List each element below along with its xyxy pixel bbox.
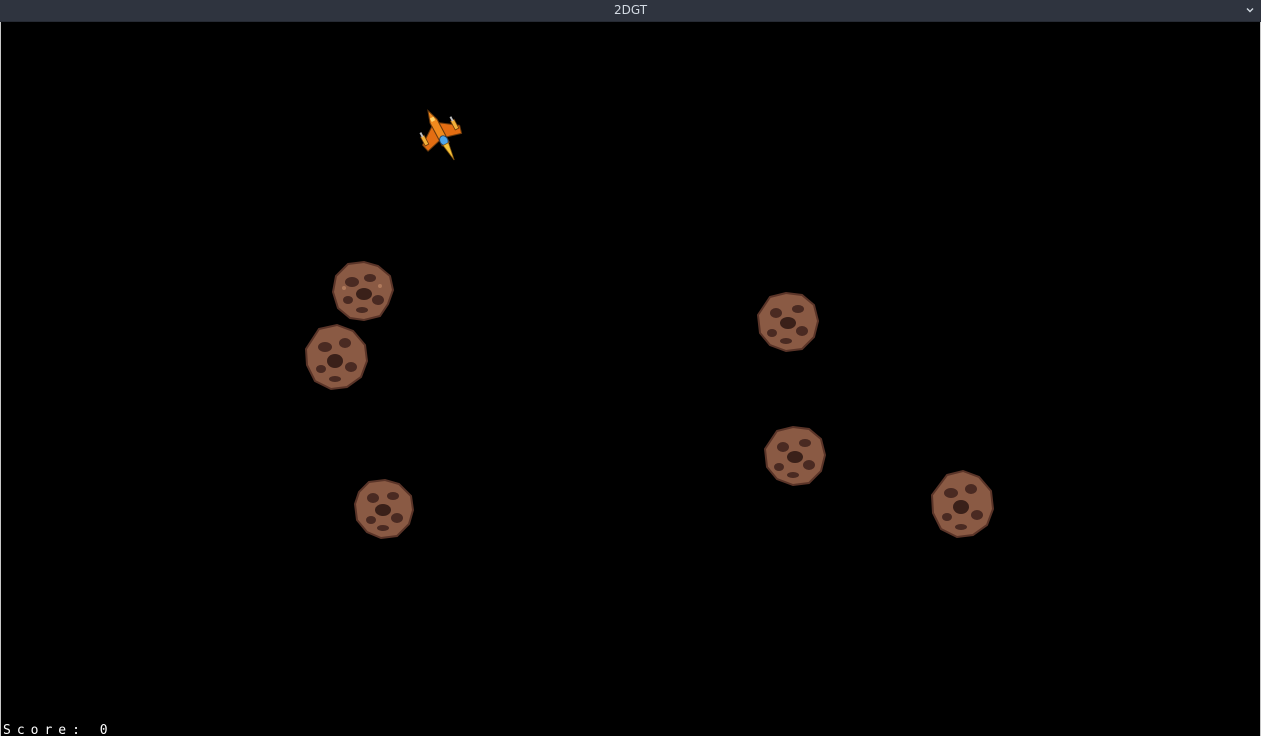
game-canvas[interactable]: Score: 0 [1,23,1260,736]
asteroid-icon [756,291,820,353]
asteroid-icon [353,478,415,540]
asteroid-icon [763,425,827,487]
score-value: 0 [99,723,114,736]
chevron-down-icon[interactable] [1243,3,1257,17]
window-title: 2DGT [613,3,648,17]
asteroid-icon [331,260,395,322]
score-label: Score: [3,723,86,736]
window-titlebar: 2DGT [0,0,1261,22]
spaceship-icon [419,109,463,161]
asteroid-icon [930,469,995,539]
asteroid-icon [304,323,369,391]
score-display: Score: 0 [3,723,114,736]
